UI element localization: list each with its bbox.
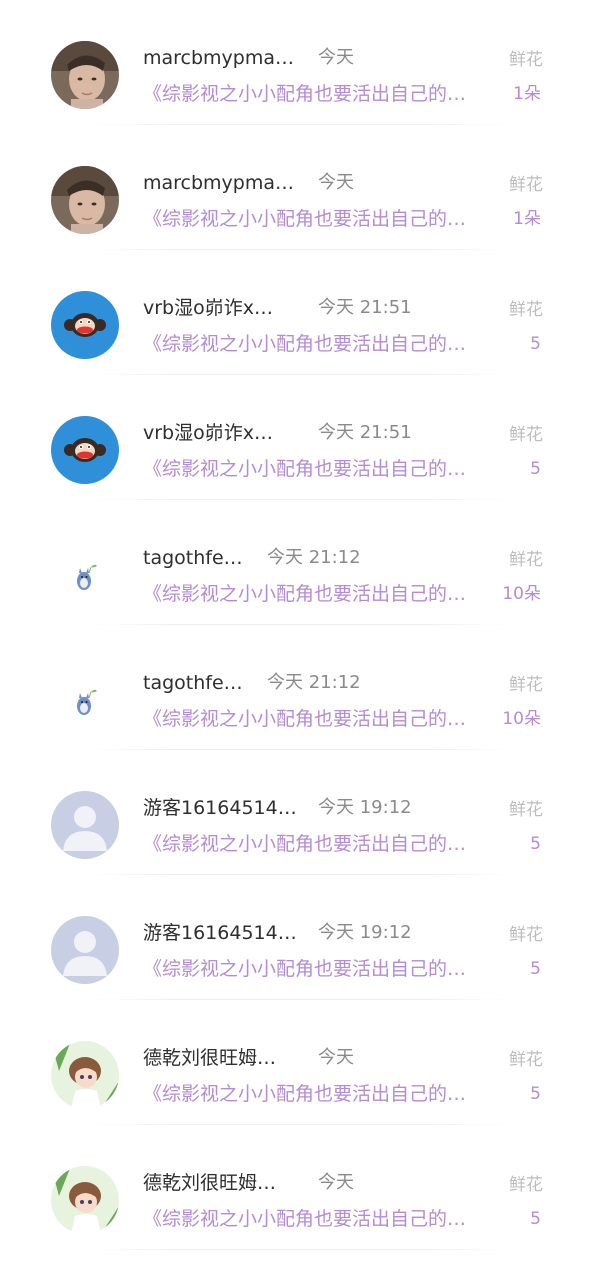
user-name[interactable]: marcbmypma… <box>143 170 294 196</box>
gift-time: 今天 <box>318 1047 354 1068</box>
avatar[interactable] <box>51 166 119 234</box>
user-name[interactable]: tagothfe… <box>143 545 243 571</box>
gift-time: 今天 <box>318 47 354 68</box>
list-item[interactable]: 德乾刘很旺姆… 今天 《综影视之小小配角也要活出自己的… 鲜花 5 <box>0 1000 595 1125</box>
gift-count: 1朵 <box>513 209 541 229</box>
user-name[interactable]: vrb湿o峁诈x… <box>143 420 273 446</box>
list-item[interactable]: tagothfe… 今天 21:12 《综影视之小小配角也要活出自己的… 鲜花 … <box>0 625 595 750</box>
gift-type-label: 鲜花 <box>509 1050 543 1070</box>
user-name[interactable]: tagothfe… <box>143 670 243 696</box>
book-title-link[interactable]: 《综影视之小小配角也要活出自己的… <box>143 1081 466 1107</box>
user-name[interactable]: 德乾刘很旺姆… <box>143 1045 276 1071</box>
list-item[interactable]: tagothfe… 今天 21:12 《综影视之小小配角也要活出自己的… 鲜花 … <box>0 500 595 625</box>
gift-count: 5 <box>530 959 541 979</box>
book-title-link[interactable]: 《综影视之小小配角也要活出自己的… <box>143 831 466 857</box>
gift-time: 今天 <box>318 1172 354 1193</box>
list-item[interactable]: vrb湿o峁诈x… 今天 21:51 《综影视之小小配角也要活出自己的… 鲜花 … <box>0 250 595 375</box>
gift-count: 1朵 <box>513 84 541 104</box>
gift-time: 今天 21:12 <box>267 672 361 693</box>
gift-count: 5 <box>530 1209 541 1229</box>
user-name[interactable]: 游客16164514… <box>143 795 297 821</box>
avatar[interactable] <box>51 1166 119 1234</box>
anime-girl-avatar-icon <box>51 1166 119 1234</box>
photo-man-avatar-icon <box>51 166 119 234</box>
gift-time: 今天 19:12 <box>318 797 412 818</box>
book-title-link[interactable]: 《综影视之小小配角也要活出自己的… <box>143 1206 466 1232</box>
gift-time: 今天 19:12 <box>318 922 412 943</box>
gift-type-label: 鲜花 <box>509 800 543 820</box>
photo-man-avatar-icon <box>51 41 119 109</box>
gift-count: 10朵 <box>502 584 541 604</box>
user-name[interactable]: marcbmypma… <box>143 45 294 71</box>
gift-time: 今天 21:51 <box>318 422 412 443</box>
gift-count: 5 <box>530 459 541 479</box>
avatar[interactable] <box>51 416 119 484</box>
gift-count: 10朵 <box>502 709 541 729</box>
avatar[interactable] <box>51 791 119 859</box>
book-title-link[interactable]: 《综影视之小小配角也要活出自己的… <box>143 331 466 357</box>
default-user-avatar-icon <box>51 916 119 984</box>
book-title-link[interactable]: 《综影视之小小配角也要活出自己的… <box>143 956 466 982</box>
user-name[interactable]: vrb湿o峁诈x… <box>143 295 273 321</box>
gift-count: 5 <box>530 834 541 854</box>
divider <box>90 1249 510 1250</box>
gift-type-label: 鲜花 <box>509 175 543 195</box>
avatar[interactable] <box>51 291 119 359</box>
totoro-avatar-icon <box>51 666 119 734</box>
monkey-avatar-icon <box>51 291 119 359</box>
default-user-avatar-icon <box>51 791 119 859</box>
list-item[interactable]: marcbmypma… 今天 《综影视之小小配角也要活出自己的… 鲜花 1朵 <box>0 125 595 250</box>
book-title-link[interactable]: 《综影视之小小配角也要活出自己的… <box>143 581 466 607</box>
gift-type-label: 鲜花 <box>509 675 543 695</box>
gift-type-label: 鲜花 <box>509 425 543 445</box>
list-item[interactable]: 游客16164514… 今天 19:12 《综影视之小小配角也要活出自己的… 鲜… <box>0 750 595 875</box>
gift-count: 5 <box>530 334 541 354</box>
list-item[interactable]: marcbmypma… 今天 《综影视之小小配角也要活出自己的… 鲜花 1朵 <box>0 0 595 125</box>
gift-count: 5 <box>530 1084 541 1104</box>
user-name[interactable]: 游客16164514… <box>143 920 297 946</box>
user-name[interactable]: 德乾刘很旺姆… <box>143 1170 276 1196</box>
gift-time: 今天 <box>318 172 354 193</box>
avatar[interactable] <box>51 541 119 609</box>
list-item[interactable]: 德乾刘很旺姆… 今天 《综影视之小小配角也要活出自己的… 鲜花 5 <box>0 1125 595 1250</box>
totoro-avatar-icon <box>51 541 119 609</box>
list-item[interactable]: vrb湿o峁诈x… 今天 21:51 《综影视之小小配角也要活出自己的… 鲜花 … <box>0 375 595 500</box>
gift-type-label: 鲜花 <box>509 300 543 320</box>
book-title-link[interactable]: 《综影视之小小配角也要活出自己的… <box>143 206 466 232</box>
avatar[interactable] <box>51 1041 119 1109</box>
anime-girl-avatar-icon <box>51 1041 119 1109</box>
book-title-link[interactable]: 《综影视之小小配角也要活出自己的… <box>143 81 466 107</box>
gift-type-label: 鲜花 <box>509 1175 543 1195</box>
gift-time: 今天 21:12 <box>267 547 361 568</box>
gift-type-label: 鲜花 <box>509 550 543 570</box>
list-item[interactable]: 游客16164514… 今天 19:12 《综影视之小小配角也要活出自己的… 鲜… <box>0 875 595 1000</box>
gift-type-label: 鲜花 <box>509 50 543 70</box>
book-title-link[interactable]: 《综影视之小小配角也要活出自己的… <box>143 706 466 732</box>
gift-time: 今天 21:51 <box>318 297 412 318</box>
gift-record-list: marcbmypma… 今天 《综影视之小小配角也要活出自己的… 鲜花 1朵 m… <box>0 0 595 1280</box>
gift-type-label: 鲜花 <box>509 925 543 945</box>
avatar[interactable] <box>51 41 119 109</box>
avatar[interactable] <box>51 666 119 734</box>
avatar[interactable] <box>51 916 119 984</box>
book-title-link[interactable]: 《综影视之小小配角也要活出自己的… <box>143 456 466 482</box>
monkey-avatar-icon <box>51 416 119 484</box>
